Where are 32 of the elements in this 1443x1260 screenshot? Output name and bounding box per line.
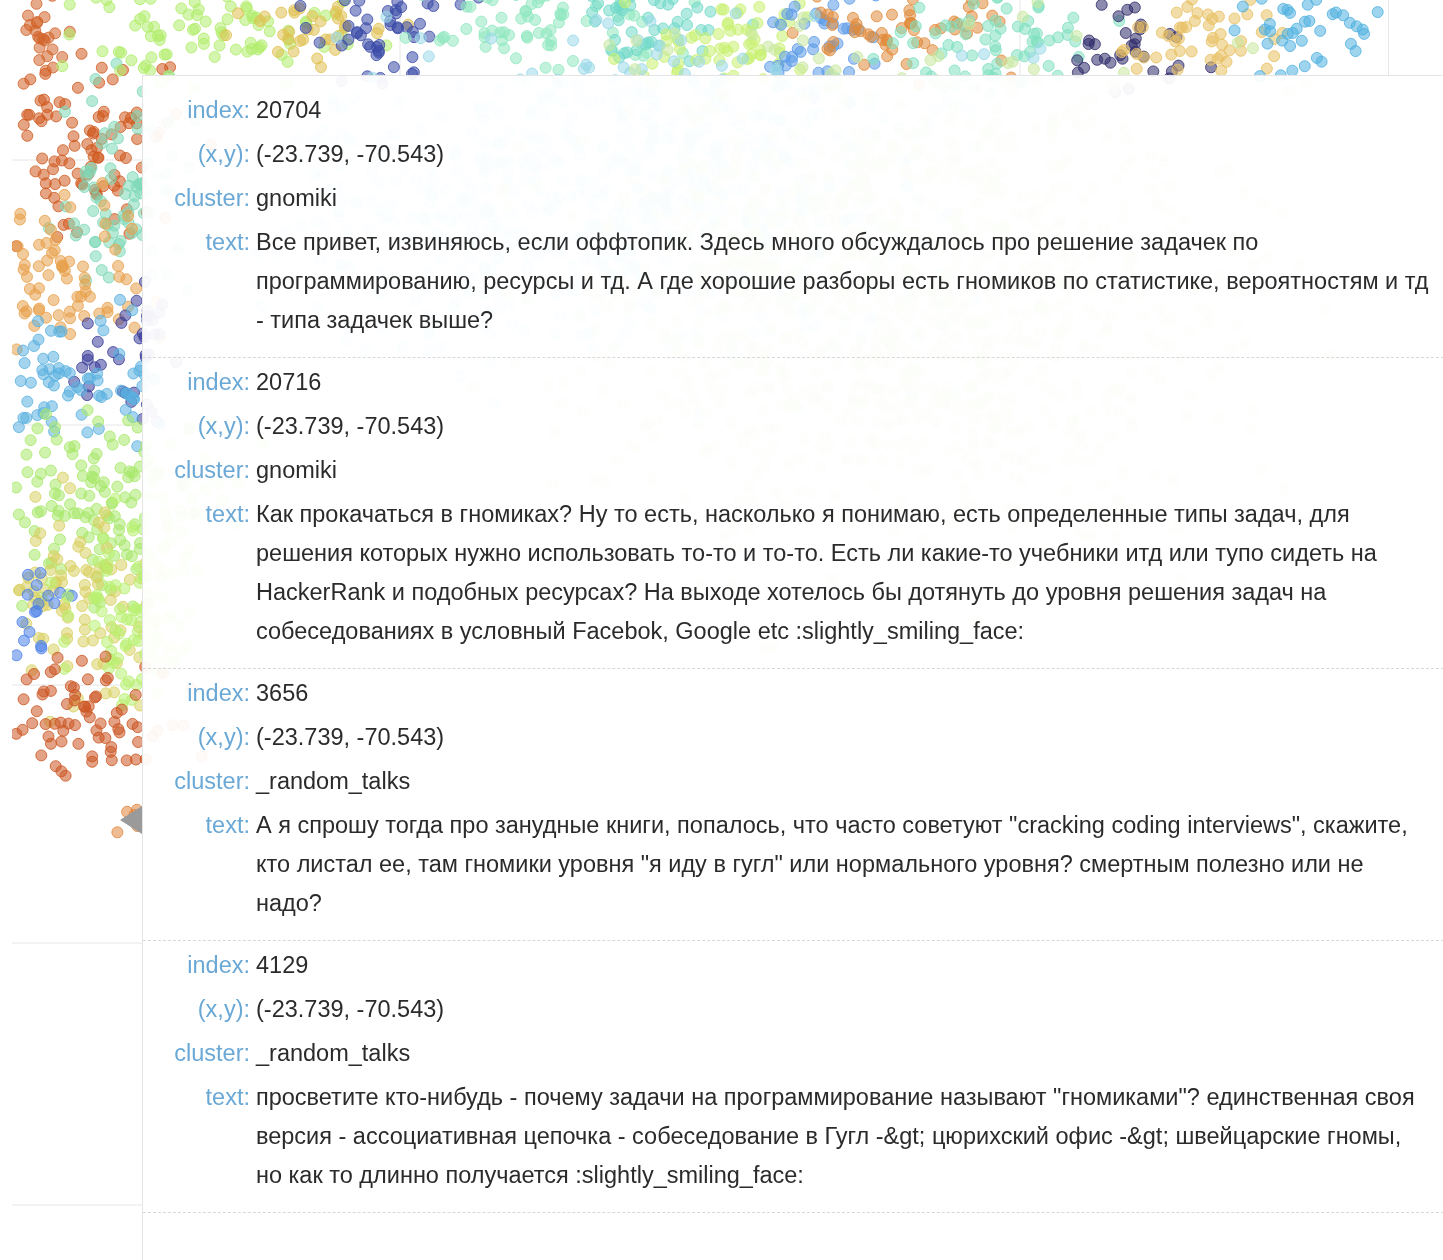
field-value: gnomiki (256, 456, 338, 485)
field-label: text: (204, 1083, 250, 1112)
field-value: А я спрошу тогда про занудные книги, попалось, что часто советуют "cracking coding interviews", скажите, кто листал ее, там гномики уровня "я иду в гугл" или нормального уровня? смертным полезно или не надо? (256, 811, 1409, 918)
field-label: (x,y): (196, 995, 250, 1024)
field-value: 20704 (256, 96, 323, 125)
field-value: (-23.739, -70.543) (256, 995, 446, 1024)
field-label: (x,y): (196, 140, 250, 169)
field-label: index: (186, 679, 250, 708)
field-label: index: (186, 951, 250, 980)
field-value: просветите кто-нибудь - почему задачи на программирование называют "гномиками"? единственная своя версия - ассоциативная цепочка - собеседование в Гугл -&gt; цюрихский офис -&gt; швейцарские гномы, но как то длинно получается :slightly_smiling_face: (256, 1083, 1416, 1190)
field-label: text: (204, 500, 250, 529)
field-label: index: (186, 368, 250, 397)
field-label: text: (204, 228, 250, 257)
field-label: (x,y): (196, 412, 250, 441)
field-label: cluster: (173, 456, 250, 485)
field-label: index: (186, 96, 250, 125)
field-value: (-23.739, -70.543) (256, 412, 446, 441)
field-value: 20716 (256, 368, 323, 397)
field-value: (-23.739, -70.543) (256, 140, 446, 169)
field-label: cluster: (173, 1039, 250, 1068)
field-value: Как прокачаться в гномиках? Ну то есть, насколько я понимаю, есть определенные типы задач, для решения которых нужно использовать то-то и то-то. Есть ли какие-то учебники итд или тупо сидеть на HackerRank и подобных ресурсах? На выходе хотелось бы дотянуть до уровня решения задач на собеседованиях в условный Facebok, Google etc :slightly_smiling_face: (256, 500, 1378, 646)
field-value: _random_talks (256, 1039, 412, 1068)
field-value: 3656 (256, 679, 310, 708)
field-value: 4129 (256, 951, 310, 980)
field-value: gnomiki (256, 184, 338, 213)
field-label: cluster: (173, 184, 250, 213)
field-value: _random_talks (256, 767, 412, 796)
field-label: cluster: (173, 767, 250, 796)
field-value: (-23.739, -70.543) (256, 723, 446, 752)
field-label: (x,y): (196, 723, 250, 752)
field-label: text: (204, 811, 250, 840)
field-value: Все привет, извиняюсь, если оффтопик. Здесь много обсуждалось про решение задачек по программированию, ресурсы и тд. А где хорошие разборы есть гномиков по статистике, вероятностям и тд - типа задачек выше? (256, 228, 1430, 335)
